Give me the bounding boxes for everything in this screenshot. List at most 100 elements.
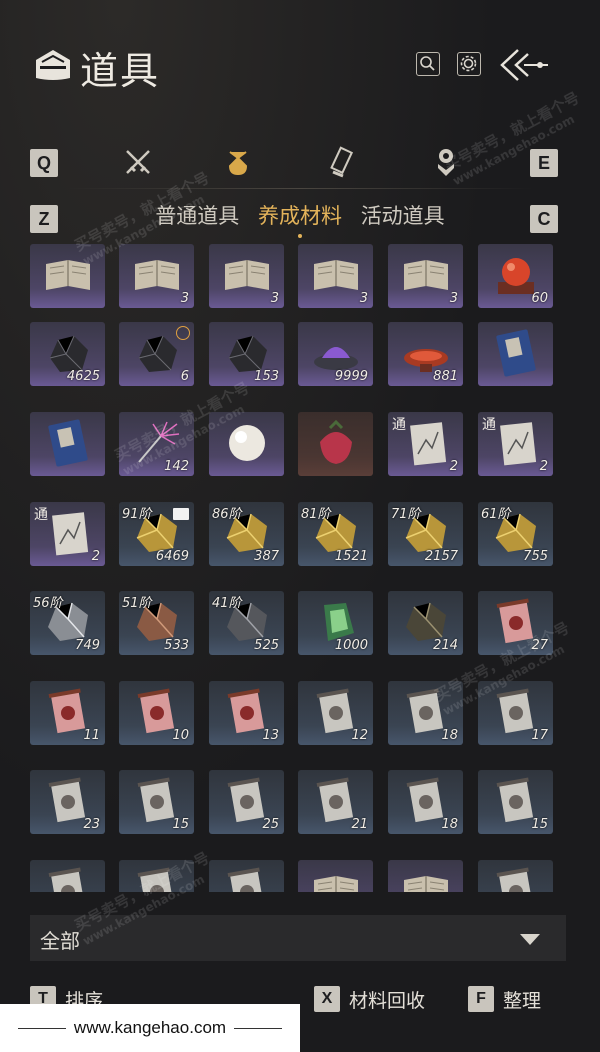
pouch-icon	[228, 151, 248, 176]
inventory-slot[interactable]: 142	[119, 412, 194, 476]
inventory-slot[interactable]: 18	[388, 681, 463, 745]
manual-icon	[52, 512, 89, 556]
inventory-slot[interactable]: 60	[478, 244, 553, 308]
recycle-key: X	[314, 986, 340, 1012]
grey-scroll-icon	[227, 867, 265, 892]
item-count: 153	[254, 369, 279, 384]
inventory-slot[interactable]	[30, 244, 105, 308]
inventory-slot[interactable]: 9999	[298, 322, 373, 386]
item-count: 9999	[334, 369, 368, 384]
inventory-slot[interactable]: 3	[388, 244, 463, 308]
book-icon	[225, 260, 269, 290]
inventory-slot[interactable]	[478, 322, 553, 386]
inventory-slot[interactable]: 13	[209, 681, 284, 745]
inventory-slot[interactable]: 21	[298, 770, 373, 834]
item-count: 18	[441, 817, 458, 832]
tab-scrolls[interactable]	[325, 144, 361, 180]
inventory-slot[interactable]: 61阶 755	[478, 502, 553, 566]
inventory-slot[interactable]: 27	[478, 591, 553, 655]
tab-equipment[interactable]	[120, 144, 156, 180]
inventory-slot[interactable]: 10	[119, 681, 194, 745]
item-count: 2	[91, 549, 100, 564]
inventory-slot[interactable]: 23	[30, 770, 105, 834]
item-count: 533	[164, 638, 189, 653]
item-count: 4625	[66, 369, 100, 384]
subtab-bar: 普通道具 养成材料 活动道具	[0, 200, 600, 238]
inventory-slot[interactable]: 3	[119, 244, 194, 308]
inventory-slot[interactable]: 17	[478, 681, 553, 745]
organize-label: 整理	[503, 989, 542, 1012]
organize-button[interactable]: F 整理	[468, 985, 541, 1013]
item-count: 12	[351, 728, 368, 743]
settings-button[interactable]	[457, 52, 481, 76]
grey-scroll-icon	[48, 867, 86, 892]
item-count: 881	[433, 369, 458, 384]
inventory-slot[interactable]	[478, 860, 553, 892]
inventory-slot[interactable]: 通2	[388, 412, 463, 476]
gear-icon	[460, 55, 477, 72]
subtab-normal-items[interactable]: 普通道具	[155, 200, 239, 230]
book-icon	[314, 260, 358, 290]
inventory-slot[interactable]	[388, 860, 463, 892]
next-category-key[interactable]: E	[530, 149, 558, 177]
inventory-slot[interactable]: 153	[209, 322, 284, 386]
item-count: 11	[83, 728, 100, 743]
inventory-slot[interactable]	[298, 860, 373, 892]
footer-line	[234, 1027, 283, 1029]
item-count: 749	[75, 638, 100, 653]
item-count: 27	[531, 638, 548, 653]
item-count: 1521	[334, 549, 368, 564]
inventory-slot[interactable]: 4625	[30, 322, 105, 386]
blue-book-icon	[496, 329, 536, 377]
inventory-slot[interactable]: 71阶 2157	[388, 502, 463, 566]
inventory-slot[interactable]: 91阶 6469	[119, 502, 194, 566]
item-count: 60	[531, 291, 548, 306]
inventory-slot[interactable]: 86阶 387	[209, 502, 284, 566]
inventory-slot[interactable]	[30, 412, 105, 476]
inventory-slot[interactable]: 25	[209, 770, 284, 834]
inventory-slot[interactable]: 51阶 533	[119, 591, 194, 655]
inventory-slot[interactable]: 81阶 1521	[298, 502, 373, 566]
inventory-slot[interactable]: 3	[209, 244, 284, 308]
inventory-slot[interactable]: 11	[30, 681, 105, 745]
prev-category-key[interactable]: Q	[30, 149, 58, 177]
tab-materials[interactable]	[220, 144, 256, 180]
back-arrow-icon[interactable]	[498, 46, 552, 84]
inventory-slot[interactable]: 881	[388, 322, 463, 386]
inventory-slot[interactable]: 18	[388, 770, 463, 834]
inventory-slot[interactable]: 1000	[298, 591, 373, 655]
black-ore-icon	[138, 335, 177, 372]
inventory-slot[interactable]: 通2	[478, 412, 553, 476]
inventory-slot[interactable]	[298, 412, 373, 476]
inventory-slot[interactable]: 41阶 525	[209, 591, 284, 655]
inventory-slot[interactable]: 3	[298, 244, 373, 308]
item-count: 10	[172, 728, 189, 743]
recycle-button[interactable]: X 材料回收	[314, 985, 425, 1013]
tier-label: 41阶	[212, 596, 242, 611]
inventory-slot[interactable]	[209, 412, 284, 476]
inventory-slot[interactable]: 12	[298, 681, 373, 745]
tab-special[interactable]	[428, 144, 464, 180]
subtab-event-items[interactable]: 活动道具	[361, 200, 445, 230]
book-icon	[46, 260, 90, 290]
subtab-materials[interactable]: 养成材料	[258, 200, 342, 238]
inventory-slot[interactable]	[209, 860, 284, 892]
item-count: 2	[539, 459, 548, 474]
inventory-slot[interactable]: 通2	[30, 502, 105, 566]
inventory-slot[interactable]: 56阶 749	[30, 591, 105, 655]
scroll-icon	[330, 146, 354, 178]
filter-dropdown[interactable]: 全部	[30, 915, 566, 961]
inventory-slot[interactable]	[119, 860, 194, 892]
inventory-slot[interactable]: 15	[119, 770, 194, 834]
item-count: 755	[523, 549, 548, 564]
item-grid[interactable]: 3 3 3 3 60 4625 6 153 9999 881 142 通 2 通 2 通 2 91阶 6469 86阶…	[30, 244, 560, 892]
item-count: 387	[254, 549, 279, 564]
inventory-slot[interactable]: 15	[478, 770, 553, 834]
item-count: 6469	[155, 549, 189, 564]
search-button[interactable]	[416, 52, 440, 76]
inventory-slot[interactable]: 214	[388, 591, 463, 655]
tier-label: 51阶	[122, 596, 152, 611]
tier-label: 56阶	[33, 596, 63, 611]
inventory-slot[interactable]	[30, 860, 105, 892]
item-count: 2157	[424, 549, 458, 564]
